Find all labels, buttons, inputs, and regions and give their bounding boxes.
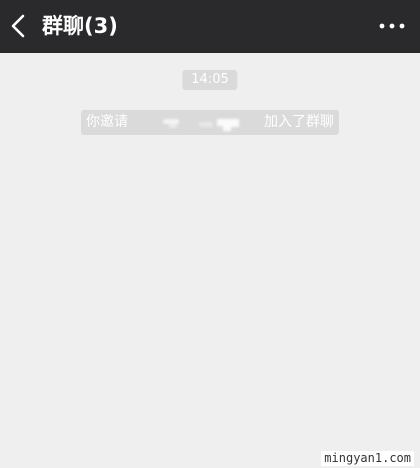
- navigation-bar: 群聊(3): [0, 0, 420, 53]
- system-message-prefix: 你邀请: [86, 114, 128, 130]
- system-message: 你邀请 加入了群聊: [81, 110, 339, 135]
- more-button[interactable]: [378, 13, 406, 39]
- site-watermark: mingyan1.com: [321, 451, 414, 466]
- page-title: 群聊(3): [42, 14, 118, 38]
- back-button[interactable]: [8, 10, 32, 42]
- system-message-suffix: 加入了群聊: [264, 114, 334, 130]
- chevron-left-icon: [11, 14, 25, 38]
- timestamp-badge: 14:05: [182, 70, 238, 90]
- redacted-names: [163, 119, 239, 131]
- more-dots-icon: [379, 23, 405, 29]
- chat-message-area[interactable]: 14:05 你邀请 加入了群聊: [0, 53, 420, 468]
